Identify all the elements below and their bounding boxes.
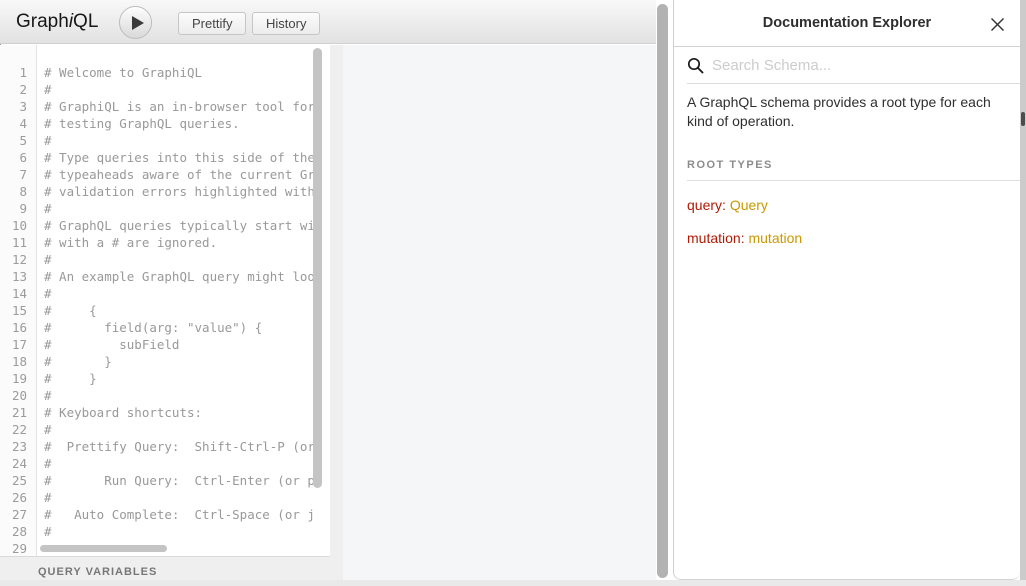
line-number: 20 — [0, 387, 36, 404]
execute-query-button[interactable] — [119, 6, 152, 39]
root-type-link[interactable]: mutation — [748, 230, 802, 246]
query-variables-title: QUERY VARIABLES — [38, 566, 157, 578]
editor-line[interactable]: # — [44, 455, 313, 472]
doc-explorer-title: Documentation Explorer — [763, 15, 931, 31]
root-type-colon: : — [722, 197, 730, 213]
prettify-button[interactable]: Prettify — [178, 12, 246, 35]
editor-horizontal-scrollbar[interactable] — [40, 545, 167, 552]
line-number: 4 — [0, 115, 36, 132]
search-icon — [687, 57, 704, 74]
editor-result-divider[interactable] — [330, 45, 343, 586]
editor-line[interactable]: # GraphQL queries typically start with a… — [44, 217, 313, 234]
line-number: 2 — [0, 81, 36, 98]
search-schema-input[interactable] — [712, 57, 992, 74]
line-number: 14 — [0, 285, 36, 302]
editor-line[interactable]: # Run Query: Ctrl-Enter (or press the pl… — [44, 472, 313, 489]
graphiql-window: GraphiQL Prettify History 12345678910111… — [0, 0, 1026, 586]
close-button[interactable] — [986, 13, 1008, 35]
logo-text: QL — [73, 11, 98, 32]
editor-line[interactable]: # subField — [44, 336, 313, 353]
root-type-row: mutation: mutation — [687, 230, 1007, 247]
editor-line[interactable]: # } — [44, 370, 313, 387]
toolbar: GraphiQL Prettify History — [0, 0, 656, 44]
line-number: 10 — [0, 217, 36, 234]
root-type-link[interactable]: Query — [730, 197, 768, 213]
page-scrollbar-track — [656, 0, 673, 586]
root-types-list: query: Query mutation: mutation — [687, 197, 1007, 247]
window-scrollbar-track — [1020, 0, 1026, 580]
line-number: 12 — [0, 251, 36, 268]
editor-line[interactable]: # Type queries into this side of the scr… — [44, 149, 313, 166]
root-types-heading: ROOT TYPES — [687, 159, 1020, 181]
line-number: 1 — [0, 64, 36, 81]
line-number: 8 — [0, 183, 36, 200]
line-number: 16 — [0, 319, 36, 336]
editor-line[interactable]: # testing GraphQL queries. — [44, 115, 313, 132]
line-number: 24 — [0, 455, 36, 472]
line-number: 3 — [0, 98, 36, 115]
line-number: 9 — [0, 200, 36, 217]
editor-line[interactable]: # Prettify Query: Shift-Ctrl-P (or press… — [44, 438, 313, 455]
query-editor[interactable]: 1234567891011121314151617181920212223242… — [0, 45, 330, 556]
editor-line[interactable]: # { — [44, 302, 313, 319]
line-number: 27 — [0, 506, 36, 523]
line-number: 15 — [0, 302, 36, 319]
editor-line[interactable]: # field(arg: "value") { — [44, 319, 313, 336]
editor-line[interactable]: # Welcome to GraphiQL — [44, 64, 313, 81]
editor-line[interactable]: # with a # are ignored. — [44, 234, 313, 251]
editor-line[interactable]: # — [44, 81, 313, 98]
editor-line[interactable]: # Keyboard shortcuts: — [44, 404, 313, 421]
line-number: 26 — [0, 489, 36, 506]
doc-explorer-title-bar: Documentation Explorer — [674, 0, 1020, 47]
close-icon — [990, 17, 1005, 32]
root-type-keyword[interactable]: mutation — [687, 230, 741, 246]
play-icon — [132, 16, 144, 30]
schema-search-row — [687, 47, 1020, 84]
editor-line[interactable]: # GraphiQL is an in-browser tool for wri… — [44, 98, 313, 115]
editor-line[interactable]: # Auto Complete: Ctrl-Space (or just sta… — [44, 506, 313, 523]
line-number: 18 — [0, 353, 36, 370]
line-number: 5 — [0, 132, 36, 149]
editor-line[interactable]: # — [44, 489, 313, 506]
editor-line[interactable]: # — [44, 285, 313, 302]
line-number: 6 — [0, 149, 36, 166]
doc-explorer-body: A GraphQL schema provides a root type fo… — [674, 84, 1020, 247]
result-pane — [343, 45, 656, 586]
editor-line[interactable]: # — [44, 251, 313, 268]
query-editor-content[interactable]: # Welcome to GraphiQL## GraphiQL is an i… — [44, 45, 313, 556]
line-number: 21 — [0, 404, 36, 421]
editor-line[interactable]: # — [44, 387, 313, 404]
line-number: 19 — [0, 370, 36, 387]
history-button[interactable]: History — [252, 12, 320, 35]
graphiql-logo: GraphiQL — [16, 11, 98, 33]
window-scrollbar-thumb[interactable] — [1021, 112, 1025, 126]
editor-line[interactable]: # — [44, 523, 313, 540]
line-number: 13 — [0, 268, 36, 285]
editor-line[interactable]: # typeaheads aware of the current GraphQ… — [44, 166, 313, 183]
line-number: 22 — [0, 421, 36, 438]
documentation-explorer-panel: Documentation Explorer A GraphQL schema … — [673, 0, 1020, 580]
line-number: 17 — [0, 336, 36, 353]
line-number: 7 — [0, 166, 36, 183]
editor-line[interactable]: # — [44, 132, 313, 149]
graphiql-app: GraphiQL Prettify History 12345678910111… — [0, 0, 656, 586]
line-number: 25 — [0, 472, 36, 489]
editor-line[interactable]: # validation errors highlighted within t… — [44, 183, 313, 200]
line-number: 28 — [0, 523, 36, 540]
editor-vertical-scrollbar[interactable] — [313, 48, 322, 488]
editor-line[interactable]: # — [44, 200, 313, 217]
line-number: 29 — [0, 540, 36, 556]
schema-description: A GraphQL schema provides a root type fo… — [687, 93, 1007, 131]
editor-line[interactable]: # — [44, 421, 313, 438]
line-number: 11 — [0, 234, 36, 251]
root-type-row: query: Query — [687, 197, 1007, 214]
line-number: 23 — [0, 438, 36, 455]
window-bottom-band — [0, 580, 1026, 586]
editor-line[interactable]: # } — [44, 353, 313, 370]
editor-line[interactable]: # An example GraphQL query might look li… — [44, 268, 313, 285]
page-scrollbar-thumb[interactable] — [657, 4, 668, 578]
root-type-keyword[interactable]: query — [687, 197, 722, 213]
logo-text: Graph — [16, 11, 69, 32]
line-number-gutter: 1234567891011121314151617181920212223242… — [0, 45, 37, 556]
